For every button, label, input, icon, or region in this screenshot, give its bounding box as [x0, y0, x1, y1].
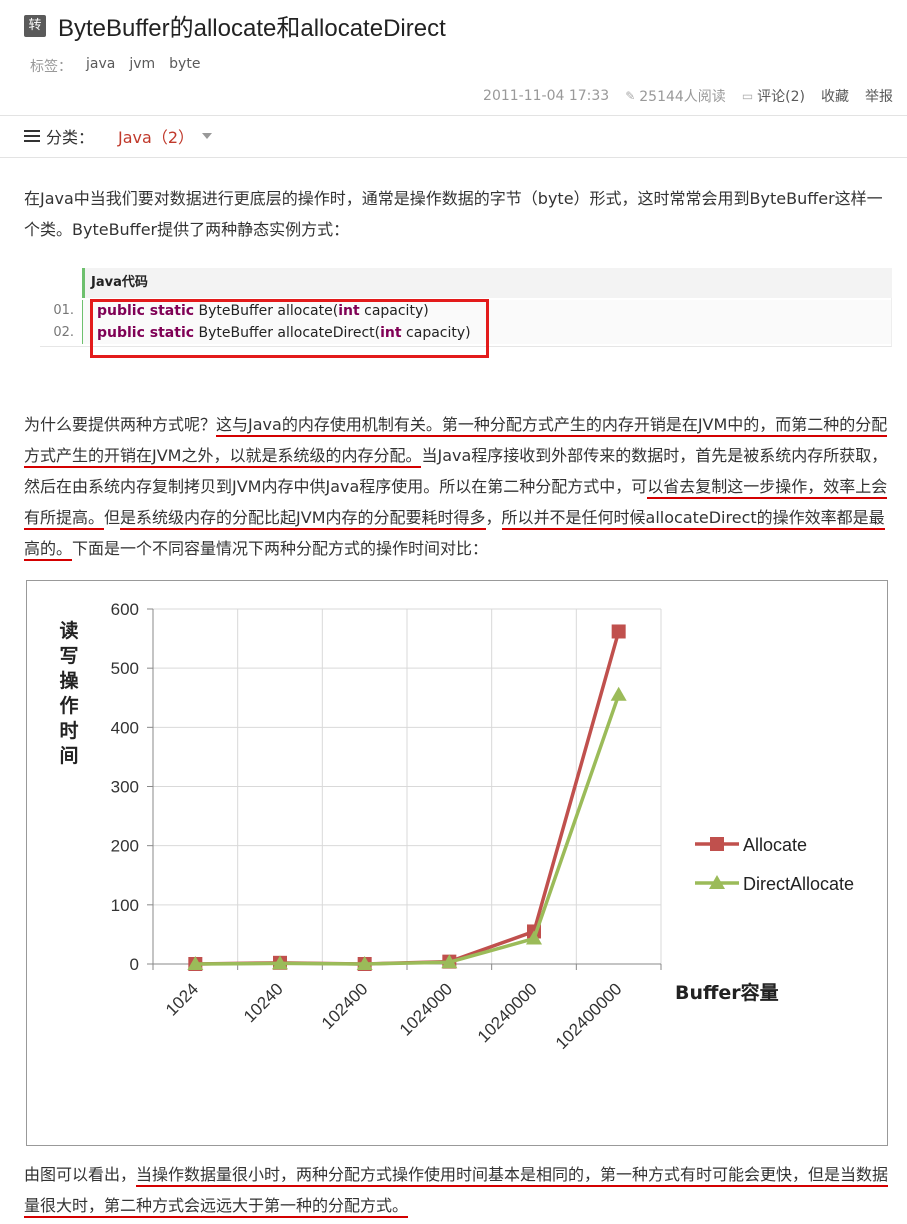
y-tick-label: 300: [111, 778, 139, 797]
post-date: 2011-11-04 17:33: [483, 88, 610, 104]
x-tick-label: 1024: [162, 979, 202, 1019]
tag-jvm[interactable]: jvm: [129, 56, 155, 76]
data-point-allocate: [611, 624, 626, 639]
y-tick-label: 200: [111, 837, 139, 856]
x-tick-label: 10240000: [474, 979, 541, 1046]
list-icon: [24, 129, 40, 143]
pencil-icon: ✎: [625, 89, 636, 103]
intro-paragraph: 在Java中当我们要对数据进行更底层的操作时，通常是操作数据的字节（byte）形…: [24, 189, 883, 239]
y-tick-label: 100: [111, 896, 139, 915]
conclusion-paragraph: 由图可以看出，当操作数据量很小时，两种分配方式操作使用时间基本是相同的，第一种方…: [24, 1159, 890, 1221]
highlight-box: [90, 299, 489, 358]
comments-text: 评论(2): [757, 89, 805, 105]
header-divider: [0, 115, 907, 116]
data-point-directallocate: [610, 686, 627, 701]
category-row: 分类： Java（2）: [24, 124, 212, 148]
line-number: 02.: [53, 325, 74, 340]
title-row: 转 ByteBuffer的allocate和allocateDirect: [24, 8, 446, 43]
read-count-text: 25144人阅读: [639, 89, 726, 105]
tags-label: 标签：: [30, 59, 72, 75]
tag-byte[interactable]: byte: [169, 56, 200, 76]
category-divider: [0, 157, 907, 158]
x-tick-label: 1024000: [396, 979, 456, 1039]
read-count: ✎ 25144人阅读: [625, 86, 726, 106]
repost-badge: 转: [24, 14, 46, 37]
x-axis-label: Buffer容量: [675, 981, 779, 1004]
legend-marker-allocate: [710, 837, 724, 851]
legend-label: Allocate: [743, 835, 807, 855]
highlight-underline: 当操作数据量很小时，两种分配方式操作使用时间基本是相同的，第一种方式有时可能会更…: [24, 1165, 889, 1218]
category-label: 分类：: [46, 128, 95, 147]
legend-label: DirectAllocate: [743, 874, 854, 894]
category-link[interactable]: Java（2）: [118, 124, 194, 148]
y-axis-label: 读写操作时间: [59, 619, 79, 767]
comment-icon: ▭: [741, 89, 754, 103]
chart-frame: 0 100 200 300 400 500 600 1024 10240 102400 102400…: [26, 580, 888, 1146]
line-chart: 0 100 200 300 400 500 600 1024 10240 102400 102400…: [59, 600, 854, 1053]
x-tick-label: 102400000: [552, 979, 626, 1053]
comments-link[interactable]: ▭ 评论(2): [742, 86, 805, 106]
meta-row: 2011-11-04 17:33 ✎ 25144人阅读 ▭ 评论(2) 收藏 举…: [483, 86, 893, 106]
report-link[interactable]: 举报: [865, 86, 893, 106]
y-tick-label: 500: [111, 659, 139, 678]
tag-java[interactable]: java: [86, 56, 115, 76]
page-title: ByteBuffer的allocate和allocateDirect: [58, 15, 446, 42]
explanation-paragraph: 为什么要提供两种方式呢？这与Java的内存使用机制有关。第一种分配方式产生的内存…: [24, 409, 890, 564]
code-block-title: Java代码: [82, 268, 892, 298]
favorite-link[interactable]: 收藏: [821, 86, 849, 106]
highlight-underline: 是系统级内存的分配比起JVM内存的分配要耗时得多: [120, 508, 486, 530]
x-tick-label: 102400: [318, 979, 372, 1033]
x-tick-label: 10240: [240, 979, 287, 1026]
chevron-down-icon[interactable]: [202, 133, 212, 139]
tags-row: 标签： java jvm byte: [30, 56, 200, 76]
y-tick-label: 600: [111, 600, 139, 619]
line-number: 01.: [53, 303, 74, 318]
y-tick-label: 0: [130, 955, 139, 974]
y-tick-label: 400: [111, 718, 139, 737]
